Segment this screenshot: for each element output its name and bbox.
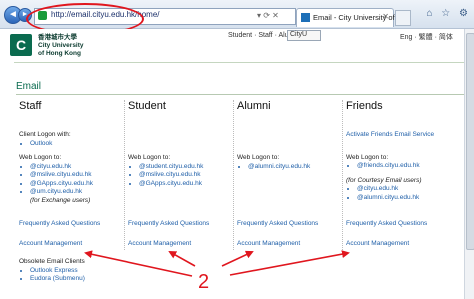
annotation-number: 2 [198,271,210,293]
arrow-to-alumni-account [221,250,254,267]
annotation-arrows [84,250,350,277]
arrow-to-staff-account [84,250,193,277]
arrow-to-student-account [168,251,196,267]
arrow-to-friends-account [229,250,350,276]
